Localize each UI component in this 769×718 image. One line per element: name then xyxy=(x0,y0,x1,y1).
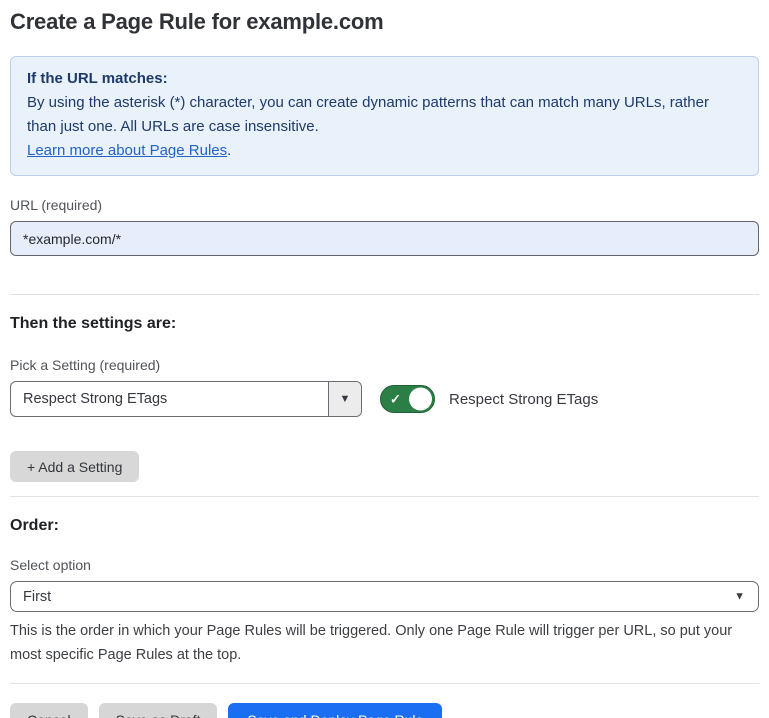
setting-select[interactable]: Respect Strong ETags ▼ xyxy=(10,381,362,417)
check-icon: ✓ xyxy=(390,393,401,406)
setting-select-value: Respect Strong ETags xyxy=(11,382,328,416)
url-match-info-box: If the URL matches: By using the asteris… xyxy=(10,56,759,176)
save-draft-button[interactable]: Save as Draft xyxy=(99,703,218,718)
url-input[interactable] xyxy=(10,221,759,256)
dropdown-arrow-icon: ▼ xyxy=(340,394,351,405)
order-help-text: This is the order in which your Page Rul… xyxy=(10,619,759,667)
setting-row: Respect Strong ETags ▼ ✓ Respect Strong … xyxy=(10,381,759,417)
section-divider xyxy=(10,294,759,295)
link-suffix: . xyxy=(227,142,231,159)
cancel-button[interactable]: Cancel xyxy=(10,703,88,718)
save-deploy-button[interactable]: Save and Deploy Page Rule xyxy=(228,703,442,718)
setting-select-arrow-button[interactable]: ▼ xyxy=(328,382,361,416)
info-box-link-line: Learn more about Page Rules. xyxy=(27,139,742,163)
etags-toggle-label: Respect Strong ETags xyxy=(449,391,598,408)
order-select-label: Select option xyxy=(10,557,759,573)
order-section-heading: Order: xyxy=(10,517,759,535)
url-field-label: URL (required) xyxy=(10,197,759,213)
learn-more-link[interactable]: Learn more about Page Rules xyxy=(27,142,227,159)
pick-setting-label: Pick a Setting (required) xyxy=(10,357,759,373)
order-select[interactable]: First ▼ xyxy=(10,581,759,612)
page-title: Create a Page Rule for example.com xyxy=(10,9,759,35)
order-select-value: First xyxy=(23,589,51,605)
section-divider xyxy=(10,496,759,497)
page-rule-form: Create a Page Rule for example.com If th… xyxy=(0,0,769,718)
toggle-knob xyxy=(409,388,432,411)
footer-actions: Cancel Save as Draft Save and Deploy Pag… xyxy=(10,703,759,718)
info-box-body: By using the asterisk (*) character, you… xyxy=(27,91,742,139)
add-setting-button[interactable]: + Add a Setting xyxy=(10,451,139,482)
settings-section-heading: Then the settings are: xyxy=(10,315,759,333)
footer-divider xyxy=(10,683,759,684)
etags-toggle[interactable]: ✓ xyxy=(380,385,435,413)
dropdown-arrow-icon: ▼ xyxy=(734,591,745,602)
info-box-heading: If the URL matches: xyxy=(27,67,742,91)
